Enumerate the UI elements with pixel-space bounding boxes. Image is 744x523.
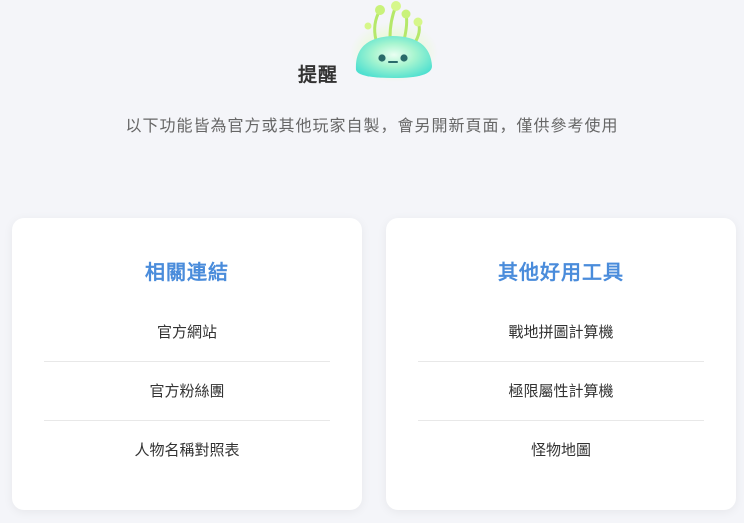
green-slime-mascot-icon <box>350 1 439 82</box>
card-title: 相關連結 <box>145 260 229 284</box>
link-official-fan-page[interactable]: 官方粉絲團 <box>44 362 330 421</box>
link-monster-map[interactable]: 怪物地圖 <box>418 421 704 479</box>
related-links-card: 相關連結 官方網站 官方粉絲團 人物名稱對照表 <box>12 218 362 510</box>
notice-section: 提醒 以下功能皆為官方或其他玩家自製，會另開新頁面，僅供參考使用 <box>0 0 744 160</box>
notice-title: 提醒 <box>298 64 339 86</box>
link-extreme-stat-calculator[interactable]: 極限屬性計算機 <box>418 362 704 421</box>
useful-tools-list: 戰地拼圖計算機 極限屬性計算機 怪物地圖 <box>418 303 704 479</box>
link-official-website[interactable]: 官方網站 <box>44 303 330 362</box>
notice-header: 提醒 <box>298 0 442 90</box>
card-title: 其他好用工具 <box>498 260 624 284</box>
link-battlefield-puzzle-calculator[interactable]: 戰地拼圖計算機 <box>418 303 704 362</box>
related-links-list: 官方網站 官方粉絲團 人物名稱對照表 <box>44 303 330 479</box>
useful-tools-card: 其他好用工具 戰地拼圖計算機 極限屬性計算機 怪物地圖 <box>386 218 736 510</box>
link-character-name-table[interactable]: 人物名稱對照表 <box>44 421 330 479</box>
notice-description: 以下功能皆為官方或其他玩家自製，會另開新頁面，僅供參考使用 <box>125 116 619 135</box>
